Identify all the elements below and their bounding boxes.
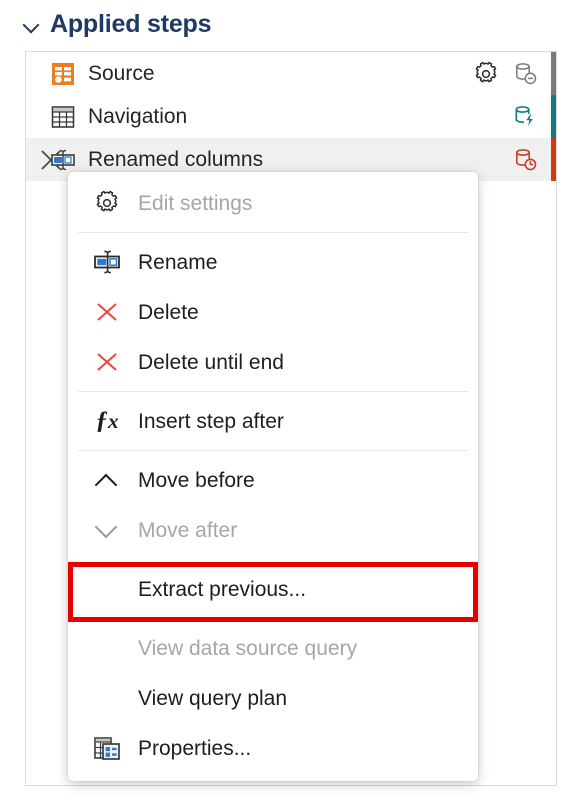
menu-item-delete-until-end[interactable]: Delete until end <box>68 337 478 387</box>
step-label: Navigation <box>88 106 187 127</box>
fx-function-icon: ƒx <box>90 404 124 438</box>
step-row[interactable]: Source <box>26 52 556 95</box>
step-row-actions <box>511 95 556 138</box>
menu-item-label: Move before <box>138 470 255 491</box>
menu-item-view-data-source-query[interactable]: View data source query <box>68 623 478 673</box>
folding-supported-icon[interactable] <box>511 102 541 132</box>
step-label: Renamed columns <box>88 149 263 170</box>
folding-pending-icon[interactable] <box>511 145 541 175</box>
source-icon <box>48 59 78 89</box>
applied-steps-pane: Applied steps Source <box>0 0 581 801</box>
menu-item-label: Move after <box>138 520 237 541</box>
menu-item-properties[interactable]: Properties... <box>68 723 478 773</box>
chevron-down-icon <box>90 513 124 547</box>
fold-status-bar <box>551 52 556 95</box>
delete-x-icon <box>90 345 124 379</box>
step-context-menu: Edit settings Rename <box>68 172 478 781</box>
rename-columns-icon <box>48 145 78 175</box>
rename-icon <box>90 245 124 279</box>
menu-item-edit-settings[interactable]: Edit settings <box>68 178 478 228</box>
delete-x-icon <box>90 295 124 329</box>
step-row-actions <box>471 52 556 95</box>
applied-steps-header[interactable]: Applied steps <box>22 6 211 42</box>
menu-item-label: Delete until end <box>138 352 284 373</box>
gear-icon <box>90 186 124 220</box>
menu-item-label: View query plan <box>138 688 287 709</box>
menu-item-label: Insert step after <box>138 411 284 432</box>
menu-item-move-before[interactable]: Move before <box>68 455 478 505</box>
fold-status-bar <box>551 95 556 138</box>
menu-item-label: Rename <box>138 252 217 273</box>
menu-item-move-after[interactable]: Move after <box>68 505 478 555</box>
page-title: Applied steps <box>50 12 211 37</box>
fold-status-bar <box>551 138 556 181</box>
menu-item-delete[interactable]: Delete <box>68 287 478 337</box>
menu-item-extract-previous[interactable]: Extract previous... <box>68 564 478 614</box>
menu-item-label: Edit settings <box>138 193 252 214</box>
menu-item-label: Delete <box>138 302 199 323</box>
menu-item-label: Extract previous... <box>138 579 306 600</box>
menu-separator <box>78 391 468 392</box>
chevron-up-icon <box>90 463 124 497</box>
step-row[interactable]: Navigation <box>26 95 556 138</box>
fx-glyph: ƒx <box>96 407 119 435</box>
menu-item-rename[interactable]: Rename <box>68 237 478 287</box>
menu-item-label: Properties... <box>138 738 251 759</box>
menu-separator <box>78 232 468 233</box>
chevron-down-icon[interactable] <box>22 15 40 33</box>
menu-item-view-query-plan[interactable]: View query plan <box>68 673 478 723</box>
folding-not-supported-icon[interactable] <box>511 59 541 89</box>
step-row-actions <box>511 138 556 181</box>
gear-icon[interactable] <box>471 59 501 89</box>
menu-item-label: View data source query <box>138 638 357 659</box>
step-label: Source <box>88 63 155 84</box>
menu-item-insert-step-after[interactable]: ƒx Insert step after <box>68 396 478 446</box>
table-navigation-icon <box>48 102 78 132</box>
properties-icon <box>90 731 124 765</box>
menu-separator <box>78 450 468 451</box>
